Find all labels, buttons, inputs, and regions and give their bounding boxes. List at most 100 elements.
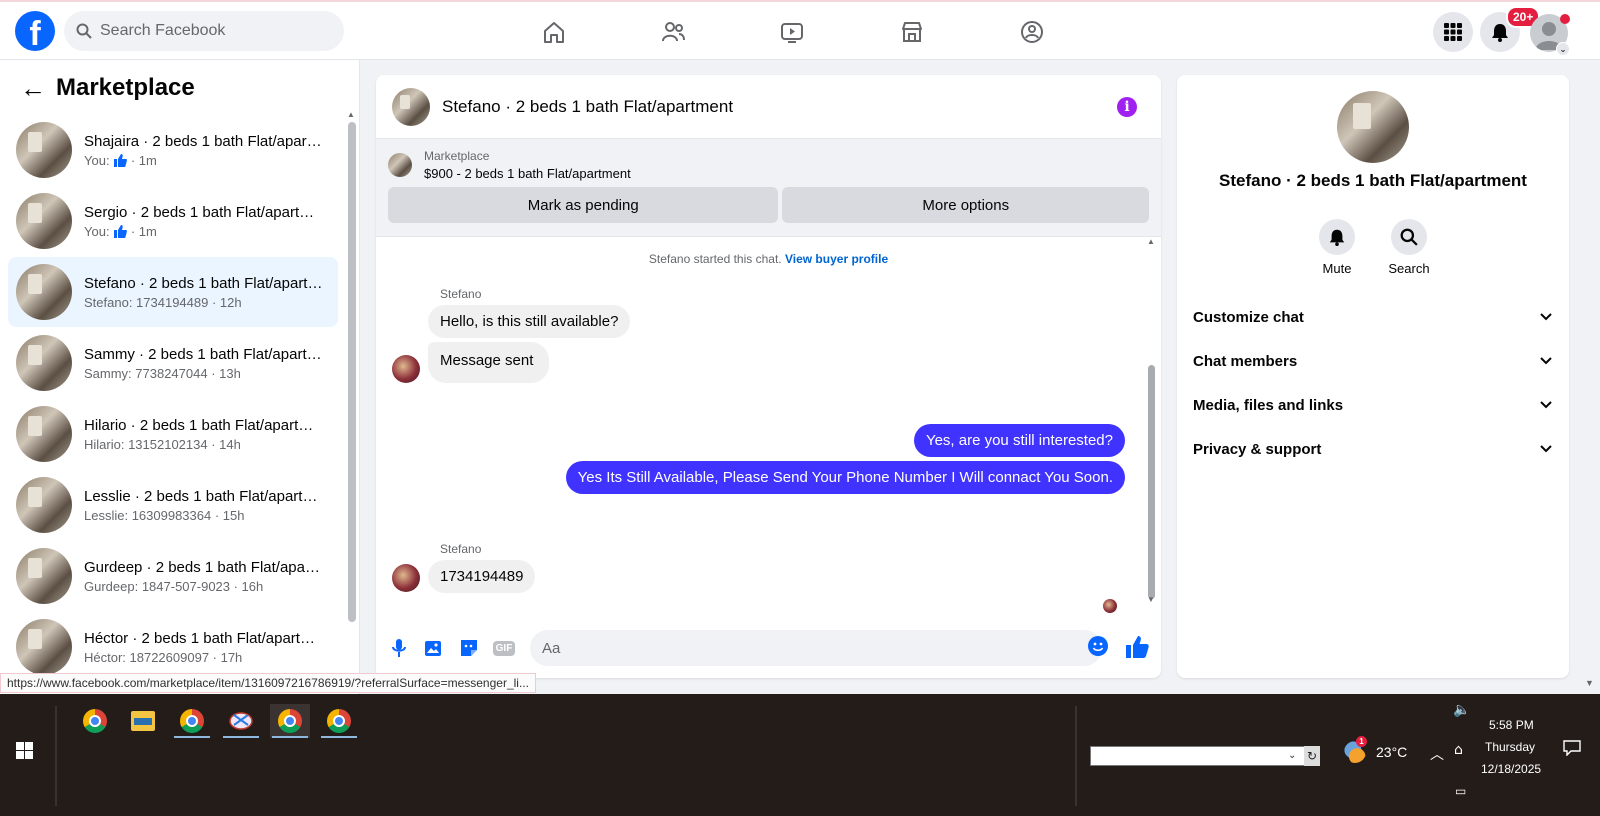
chat-header: Stefano · 2 beds 1 bath Flat/apartment i (376, 75, 1161, 139)
facebook-logo[interactable]: f (15, 11, 55, 51)
weather-alert-badge: 1 (1356, 736, 1367, 747)
message-list: Stefano started this chat. View buyer pr… (376, 237, 1161, 617)
conversation-item[interactable]: Héctor · 2 beds 1 bath Flat/apartment Hé… (8, 612, 338, 682)
chevron-down-icon[interactable]: ⌄ (1556, 42, 1570, 56)
sender-avatar[interactable] (392, 564, 420, 592)
chevron-up-icon[interactable]: ︿ (1430, 744, 1444, 764)
sticker-icon[interactable] (456, 635, 482, 661)
conversation-item[interactable]: Lesslie · 2 beds 1 bath Flat/apartment L… (8, 470, 338, 540)
chrome-profile-m-icon[interactable] (172, 704, 212, 738)
conversation-preview: You: · 1m (84, 224, 324, 239)
gif-label: GIF (492, 640, 516, 656)
scroll-up-arrow-icon[interactable]: ▲ (1147, 237, 1155, 246)
clock-day[interactable]: Thursday (1485, 740, 1535, 754)
menu-grid-icon[interactable] (1433, 12, 1473, 52)
refresh-icon[interactable]: ↻ (1304, 746, 1320, 766)
emoji-icon[interactable] (1088, 636, 1108, 656)
media-files-links-section[interactable]: Media, files and links (1193, 385, 1553, 425)
chrome-app-icon[interactable] (75, 704, 115, 738)
conversation-name: Sammy · 2 beds 1 bath Flat/apartment (84, 345, 324, 363)
like-thumb-icon[interactable] (1124, 634, 1150, 660)
conversation-item-active[interactable]: Stefano · 2 beds 1 bath Flat/apartment S… (8, 257, 338, 327)
incoming-message[interactable]: Hello, is this still available? (428, 305, 631, 338)
chat-members-section[interactable]: Chat members (1193, 341, 1553, 381)
gif-icon[interactable]: GIF (491, 635, 517, 661)
conversation-name: Héctor · 2 beds 1 bath Flat/apartment (84, 629, 324, 647)
search-in-chat-button[interactable]: Search (1379, 219, 1439, 276)
sidebar-scrollbar[interactable] (348, 122, 356, 622)
conversation-item[interactable]: Shajaira · 2 beds 1 bath Flat/apartment … (8, 115, 338, 185)
clock-date[interactable]: 12/18/2025 (1481, 762, 1541, 776)
chevron-down-icon[interactable]: ⌄ (1288, 746, 1296, 766)
system-note-text: Stefano started this chat. (648, 252, 782, 266)
conversation-item[interactable]: Sammy · 2 beds 1 bath Flat/apartment Sam… (8, 328, 338, 398)
chevron-down-icon (1540, 357, 1552, 365)
scroll-down-arrow-icon[interactable]: ▼ (1585, 678, 1594, 688)
conversation-item[interactable]: Sergio · 2 beds 1 bath Flat/apartment Yo… (8, 186, 338, 256)
speaker-icon[interactable]: 🔈 (1453, 702, 1470, 718)
chevron-down-icon (1540, 313, 1552, 321)
sidebar-header: ← Marketplace (0, 60, 359, 116)
scroll-down-arrow-icon[interactable]: ▼ (1147, 595, 1155, 604)
search-box[interactable] (64, 11, 344, 51)
customize-chat-section[interactable]: Customize chat (1193, 297, 1553, 337)
listing-thumbnail[interactable] (392, 87, 430, 126)
conversation-item[interactable]: Gurdeep · 2 beds 1 bath Flat/apartment G… (8, 541, 338, 611)
friends-icon[interactable] (657, 16, 689, 48)
marketplace-icon[interactable] (896, 16, 928, 48)
conversation-preview: Sammy: 7738247044 · 13h (84, 365, 241, 381)
windows-start-icon[interactable] (16, 742, 33, 759)
preview-time: · 1m (130, 223, 157, 239)
taskbar-address-box[interactable] (1090, 746, 1320, 766)
mark-as-pending-button[interactable]: Mark as pending (388, 187, 779, 223)
notifications-center-icon[interactable] (1563, 740, 1581, 760)
top-navigation-bar: f 20+ ⌄ (0, 0, 1600, 60)
incoming-message[interactable]: Message sent (428, 342, 550, 383)
listing-price[interactable]: $900 - 2 beds 1 bath Flat/apartment (424, 166, 631, 181)
back-arrow-icon[interactable]: ← (20, 75, 50, 101)
sender-name: Stefano (440, 542, 482, 556)
listing-banner: Marketplace $900 - 2 beds 1 bath Flat/ap… (376, 139, 1161, 237)
conversation-title: Stefano · 2 beds 1 bath Flat/apartment (1219, 171, 1527, 190)
sender-avatar[interactable] (392, 355, 420, 383)
conversation-name: Sergio · 2 beds 1 bath Flat/apartment (84, 203, 324, 221)
temperature[interactable]: 23°C (1376, 744, 1407, 760)
chrome-profile-icon[interactable] (319, 704, 359, 738)
message-input[interactable] (530, 630, 1102, 666)
preview-time: · 1m (130, 152, 157, 168)
chrome-profile-active-icon[interactable] (270, 704, 310, 738)
listing-avatar[interactable] (1337, 91, 1409, 163)
photo-icon[interactable] (421, 635, 447, 661)
view-buyer-profile-link[interactable]: View buyer profile (785, 252, 888, 266)
bell-icon (1319, 219, 1355, 255)
search-input[interactable] (100, 22, 320, 40)
conversation-name: Lesslie · 2 beds 1 bath Flat/apartment (84, 487, 324, 505)
more-options-button[interactable]: More options (782, 187, 1149, 223)
page-title: Marketplace (56, 74, 195, 101)
listing-thumbnail[interactable] (388, 153, 412, 177)
chat-scrollbar[interactable] (1148, 365, 1155, 599)
microphone-icon[interactable] (386, 635, 412, 661)
chat-title[interactable]: Stefano · 2 beds 1 bath Flat/apartment (442, 97, 733, 117)
clock-time[interactable]: 5:58 PM (1489, 718, 1534, 732)
marketplace-sidebar: ← Marketplace Shajaira · 2 beds 1 bath F… (0, 60, 360, 696)
conversation-item[interactable]: Hilario · 2 beds 1 bath Flat/apartment H… (8, 399, 338, 469)
file-explorer-icon[interactable] (123, 704, 163, 738)
outgoing-message[interactable]: Yes, are you still interested? (913, 424, 1125, 457)
listing-thumbnail (16, 619, 72, 675)
mute-button[interactable]: Mute (1307, 219, 1367, 276)
info-icon[interactable]: i (1117, 97, 1137, 117)
video-icon[interactable] (776, 16, 808, 48)
privacy-support-section[interactable]: Privacy & support (1193, 429, 1553, 469)
conversation-name: Stefano · 2 beds 1 bath Flat/apartment (84, 274, 324, 292)
outgoing-message[interactable]: Yes Its Still Available, Please Send You… (565, 461, 1125, 494)
meet-now-icon[interactable]: ⌂ (1454, 742, 1463, 758)
conversation-name: Hilario · 2 beds 1 bath Flat/apartment (84, 416, 324, 434)
section-label: Chat members (1193, 352, 1298, 370)
groups-icon[interactable] (1016, 16, 1048, 48)
network-icon[interactable]: ▭ (1455, 784, 1466, 798)
home-icon[interactable] (538, 16, 570, 48)
scroll-up-arrow-icon[interactable]: ▲ (347, 110, 355, 119)
incoming-message[interactable]: 1734194489 (428, 560, 536, 593)
snipping-tool-icon[interactable] (221, 704, 261, 738)
